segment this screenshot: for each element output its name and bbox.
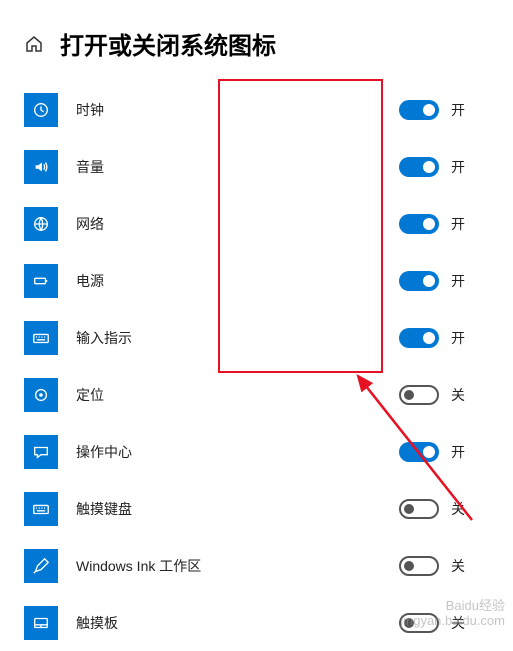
setting-label: 网络 [76,214,104,234]
toggle-touch-keyboard[interactable] [399,499,439,519]
toggle-state-label: 开 [451,214,465,234]
setting-label: 定位 [76,385,104,405]
keyboard-icon [24,492,58,526]
setting-label: 输入指示 [76,328,132,348]
setting-label: 时钟 [76,100,104,120]
setting-row-clock: 时钟 开 [24,81,489,138]
toggle-state-label: 开 [451,442,465,462]
setting-row-location: 定位 关 [24,366,489,423]
setting-row-touch-keyboard: 触摸键盘 关 [24,480,489,537]
toggle-group: 开 [399,442,489,462]
toggle-group: 关 [399,556,489,576]
toggle-location[interactable] [399,385,439,405]
touchpad-icon [24,606,58,640]
toggle-state-label: 关 [451,556,465,576]
toggle-input[interactable] [399,328,439,348]
toggle-state-label: 开 [451,100,465,120]
toggle-windows-ink[interactable] [399,556,439,576]
toggle-clock[interactable] [399,100,439,120]
toggle-group: 开 [399,271,489,291]
toggle-group: 关 [399,613,489,633]
toggle-touchpad[interactable] [399,613,439,633]
setting-label: 触摸板 [76,613,118,633]
toggle-group: 关 [399,499,489,519]
toggle-state-label: 关 [451,613,465,633]
toggle-group: 开 [399,328,489,348]
toggle-network[interactable] [399,214,439,234]
setting-row-windows-ink: Windows Ink 工作区 关 [24,537,489,594]
toggle-group: 开 [399,214,489,234]
setting-row-volume: 音量 开 [24,138,489,195]
toggle-power[interactable] [399,271,439,291]
battery-icon [24,264,58,298]
keyboard-icon [24,321,58,355]
breadcrumb [0,0,513,10]
setting-row-input: 输入指示 开 [24,309,489,366]
page-header: 打开或关闭系统图标 [0,10,513,81]
setting-label: 操作中心 [76,442,132,462]
setting-row-network: 网络 开 [24,195,489,252]
setting-label: Windows Ink 工作区 [76,556,201,576]
pen-icon [24,549,58,583]
toggle-group: 关 [399,385,489,405]
setting-row-action-center: 操作中心 开 [24,423,489,480]
volume-icon [24,150,58,184]
settings-list: 时钟开音量开网络开电源开输入指示开定位关操作中心开触摸键盘关Windows In… [0,81,513,651]
setting-label: 触摸键盘 [76,499,132,519]
home-icon[interactable] [24,34,44,54]
toggle-group: 开 [399,157,489,177]
toggle-state-label: 关 [451,499,465,519]
page-title: 打开或关闭系统图标 [60,26,276,61]
setting-label: 音量 [76,157,104,177]
clock-icon [24,93,58,127]
toggle-action-center[interactable] [399,442,439,462]
target-icon [24,378,58,412]
toggle-volume[interactable] [399,157,439,177]
chat-icon [24,435,58,469]
toggle-state-label: 关 [451,385,465,405]
toggle-state-label: 开 [451,271,465,291]
toggle-state-label: 开 [451,157,465,177]
globe-icon [24,207,58,241]
toggle-group: 开 [399,100,489,120]
setting-row-touchpad: 触摸板 关 [24,594,489,651]
setting-row-power: 电源 开 [24,252,489,309]
setting-label: 电源 [76,271,104,291]
toggle-state-label: 开 [451,328,465,348]
